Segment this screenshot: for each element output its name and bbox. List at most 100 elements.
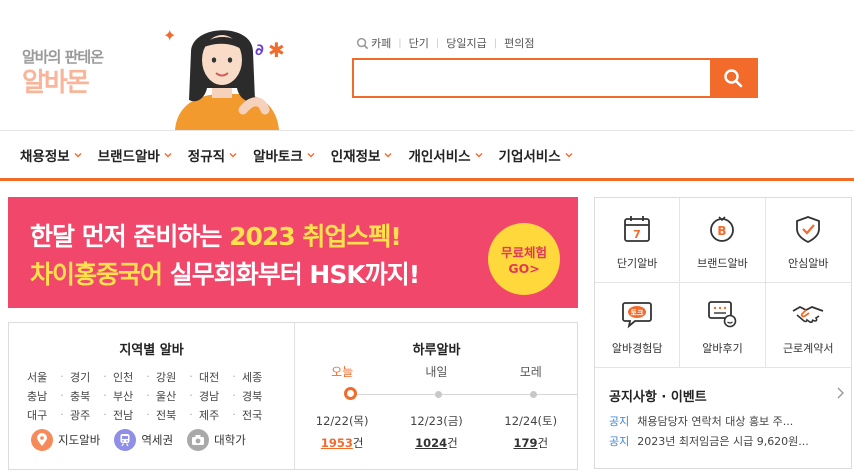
tab-day-after[interactable]: 모레	[484, 363, 578, 380]
calendar-7-icon: 7	[620, 212, 654, 246]
quick-link-sameday[interactable]: 당일지급	[439, 35, 493, 51]
site-logo[interactable]: 알바의 판테온 알바몬	[18, 40, 168, 100]
banner-headline: 한달 먼저 준비하는 2023 취업스펙!	[30, 217, 402, 253]
logo-wordmark: 알바몬	[22, 68, 90, 98]
promo-banner[interactable]: 한달 먼저 준비하는 2023 취업스펙! 차이홍중국어 실무회화부터 HSK까…	[8, 197, 578, 308]
count-unit: 건	[537, 436, 549, 450]
map-jobs-link[interactable]: 지도알바	[31, 429, 100, 451]
region-shortcuts: 지도알바 역세권 대학가	[31, 429, 260, 451]
region-row: 대구 · 광주 · 전남 · 전북 · 제주 · 전국	[27, 405, 283, 424]
nav-item-talk[interactable]: 알바토크	[245, 145, 323, 165]
region-link[interactable]: 전남	[113, 407, 140, 423]
review-icon	[705, 297, 739, 331]
count-link[interactable]: 1024	[415, 436, 447, 450]
quick-link-short[interactable]: 단기	[402, 35, 436, 51]
service-safe[interactable]: 안심알바	[765, 198, 851, 283]
dot: ·	[146, 389, 150, 402]
region-link[interactable]: 광주	[70, 407, 97, 423]
tab-tomorrow[interactable]: 내일	[389, 363, 483, 380]
region-link[interactable]: 경남	[199, 388, 226, 404]
campus-link[interactable]: 대학가	[187, 429, 246, 451]
notice-item[interactable]: 공지 2023년 최저임금은 시급 9,620원...	[609, 433, 841, 449]
service-label: 안심알바	[788, 257, 829, 270]
quick-links: 카페 | 단기 | 당일지급 | 편의점	[356, 35, 541, 51]
region-link[interactable]: 경북	[242, 388, 269, 404]
notice-title[interactable]: 공지사항 · 이벤트	[609, 386, 841, 405]
banner-subline: 차이홍중국어 실무회화부터 HSK까지!	[30, 255, 420, 291]
service-panel: 7 단기알바 B 브랜드알바 안심알바 토크 알바경험담 알바후기 근로계약서 …	[594, 197, 852, 469]
region-link[interactable]: 강원	[156, 369, 183, 385]
station-area-link[interactable]: 역세권	[114, 429, 173, 451]
region-link[interactable]: 부산	[113, 388, 140, 404]
nav-label: 인재정보	[330, 148, 381, 165]
region-row: 충남 · 충북 · 부산 · 울산 · 경남 · 경북	[27, 386, 283, 405]
talk-bubble-icon: 토크	[620, 297, 654, 331]
nav-label: 브랜드알바	[97, 148, 160, 165]
count-link[interactable]: 1953	[321, 436, 353, 450]
date-label: 12/24(토)	[504, 414, 558, 428]
dot: ·	[60, 389, 64, 402]
service-short-term[interactable]: 7 단기알바	[595, 198, 681, 283]
map-pin-icon	[31, 429, 53, 451]
search-icon	[356, 37, 369, 49]
dot: ·	[232, 370, 236, 383]
region-link[interactable]: 경기	[70, 369, 97, 385]
daily-day-tabs: 오늘 내일 모레	[295, 363, 578, 380]
notice-tag: 공지	[609, 415, 630, 428]
service-grid: 7 단기알바 B 브랜드알바 안심알바 토크 알바경험담 알바후기 근로계약서	[595, 198, 851, 368]
notice-section: 공지사항 · 이벤트 공지 채용담당자 연락처 대상 홍보 주... 공지 20…	[609, 386, 844, 449]
service-reviews[interactable]: 알바후기	[680, 283, 766, 368]
nav-item-talent[interactable]: 인재정보	[323, 145, 401, 165]
tab-today[interactable]: 오늘	[295, 363, 389, 380]
search-input[interactable]	[354, 60, 710, 96]
chevron-down-icon	[74, 152, 82, 157]
notice-text: 채용담당자 연락처 대상 홍보 주...	[637, 415, 794, 428]
chevron-right-icon[interactable]	[835, 387, 845, 399]
region-link[interactable]: 전국	[242, 407, 269, 423]
nav-label: 개인서비스	[408, 148, 471, 165]
service-contract[interactable]: 근로계약서	[765, 283, 851, 368]
nav-item-jobs[interactable]: 채용정보	[12, 145, 90, 165]
service-label: 근로계약서	[782, 342, 834, 355]
region-link[interactable]: 울산	[156, 388, 183, 404]
search-button[interactable]	[710, 60, 756, 96]
notice-text: 2023년 최저임금은 시급 9,620원...	[637, 435, 809, 448]
quick-link-cafe[interactable]: 카페	[371, 35, 398, 51]
region-link[interactable]: 서울	[27, 369, 54, 385]
nav-label: 채용정보	[20, 148, 70, 165]
dot: ·	[60, 408, 64, 421]
region-link[interactable]: 대구	[27, 407, 54, 423]
cta-go: GO>	[508, 261, 540, 276]
nav-accent-bar	[0, 178, 854, 181]
service-brand[interactable]: B 브랜드알바	[680, 198, 766, 283]
nav-item-brand[interactable]: 브랜드알바	[90, 145, 180, 165]
nav-item-business[interactable]: 기업서비스	[491, 145, 581, 165]
dot: ·	[60, 370, 64, 383]
banner-text: 실무회화부터 HSK까지!	[162, 260, 420, 289]
region-link[interactable]: 대전	[199, 369, 226, 385]
service-label: 알바후기	[702, 342, 743, 355]
region-link[interactable]: 충북	[70, 388, 97, 404]
chevron-down-icon	[164, 152, 172, 157]
region-link[interactable]: 제주	[199, 407, 226, 423]
notice-item[interactable]: 공지 채용담당자 연락처 대상 홍보 주...	[609, 413, 841, 429]
banner-cta-button[interactable]: 무료체험 GO>	[488, 223, 560, 295]
campus-icon	[187, 429, 210, 451]
shortcut-label: 역세권	[141, 433, 174, 447]
service-label: 브랜드알바	[697, 257, 748, 270]
region-link[interactable]: 세종	[242, 369, 269, 385]
region-link[interactable]: 전북	[156, 407, 183, 423]
count-cell: 179건	[484, 435, 578, 451]
shield-check-icon	[791, 212, 825, 246]
nav-item-personal[interactable]: 개인서비스	[400, 145, 490, 165]
nav-item-fulltime[interactable]: 정규직	[180, 145, 245, 165]
chevron-down-icon	[229, 152, 237, 157]
handshake-icon	[791, 297, 825, 331]
quick-link-convenience[interactable]: 편의점	[497, 35, 541, 51]
search-bar	[352, 58, 758, 98]
count-link[interactable]: 179	[513, 436, 537, 450]
dot: ·	[189, 408, 193, 421]
region-link[interactable]: 충남	[27, 388, 54, 404]
region-link[interactable]: 인천	[113, 369, 140, 385]
service-experience[interactable]: 토크 알바경험담	[595, 283, 681, 368]
